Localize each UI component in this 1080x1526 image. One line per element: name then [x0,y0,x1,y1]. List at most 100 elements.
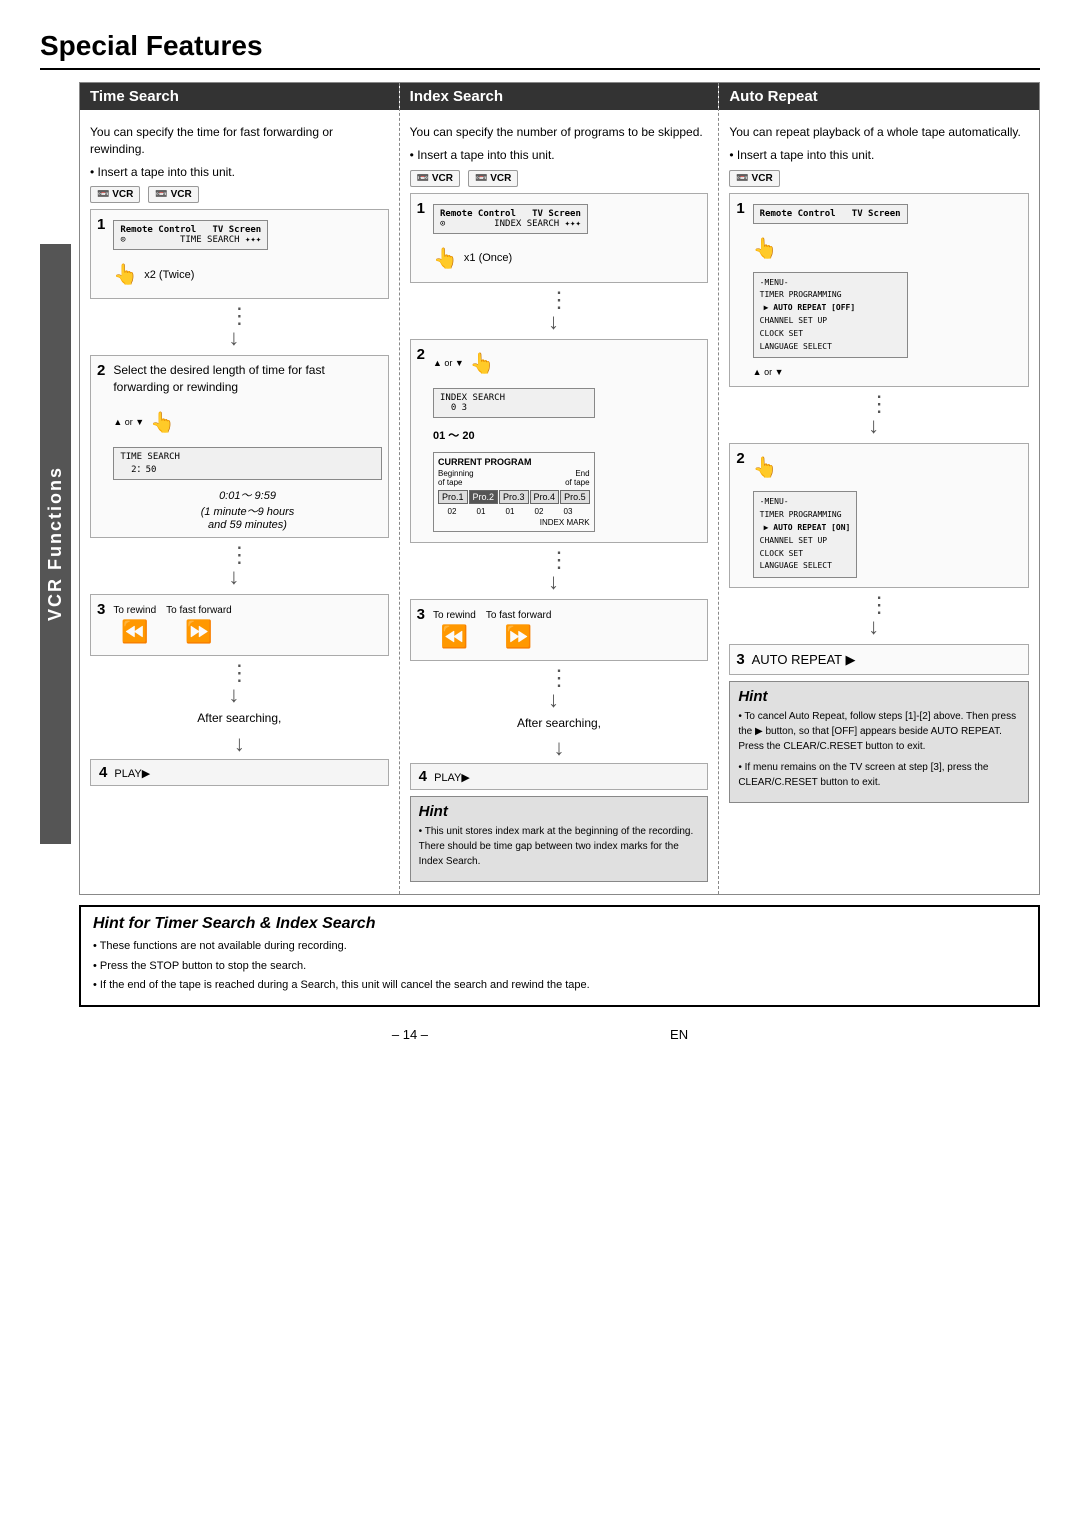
vcr2-icon: 📼 VCR [148,186,198,203]
ar-step3-num: 3 [736,651,744,668]
index-search-step2: 2 ▲ or ▼ 👆 INDEX SEARCH 0 3 [410,339,709,543]
is-step4-text: PLAY▶ [434,772,470,784]
is-forward-item: To fast forward ⏩ [486,610,552,650]
after-searching-label: After searching, [90,710,389,727]
page-title: Special Features [40,30,1040,70]
bottom-hint-line1: • These functions are not available duri… [93,938,1026,955]
forward-label: To fast forward [166,605,232,616]
rewind-forward: To rewind ⏪ To fast forward ⏩ [113,605,231,645]
step2-time: 0:01～ 9:59(1 minute～9 hoursand 59 minute… [113,487,381,531]
sidebar-label: VCR Functions [40,244,71,844]
ar-step2-menu: -MENU- TIMER PROGRAMMING ▶ AUTO REPEAT [… [753,491,858,578]
begin-label: Beginning of tape [438,469,474,487]
hand-icon-ar1: 👆 [753,236,778,261]
step1-note: x2 (Twice) [144,269,194,281]
rewind-icon: ⏪ [121,619,148,645]
forward-item: To fast forward ⏩ [166,605,232,645]
index-search-step4: 4 PLAY▶ [410,763,709,790]
vcr-icon-2: 📼 VCR [410,170,460,187]
rewind-item: To rewind ⏪ [113,605,156,645]
index-search-devices: 📼 VCR 📼 VCR [410,170,709,187]
is-arrow-2: ⋮↓ [410,549,709,593]
forward-icon: ⏩ [185,619,212,645]
index-hint-title: Hint [419,803,700,820]
index-hint-text: • This unit stores index mark at the beg… [419,824,700,869]
is-arrow-4: ↓ [410,737,709,759]
bottom-hint-line2: • Press the STOP button to stop the sear… [93,958,1026,975]
footer-right: EN [670,1027,688,1042]
bottom-hint-box: Hint for Timer Search & Index Search • T… [79,905,1040,1007]
is-step4-num: 4 [419,768,427,785]
is-step1-num: 1 [417,200,425,217]
auto-repeat-step1: 1 Remote Control TV Screen 👆 -MENU- [729,193,1029,388]
arrow-1: ⋮↓ [90,305,389,349]
is-after-searching: After searching, [410,715,709,732]
auto-repeat-section: Auto Repeat You can repeat playback of a… [719,83,1039,894]
page-footer: – 14 – EN [40,1027,1040,1042]
index-diagram: CURRENT PROGRAM Beginning of tape End of… [433,452,595,532]
is-forward-icon: ⏩ [505,624,532,650]
is-rewind-icon: ⏪ [441,624,468,650]
time-search-desc: You can specify the time for fast forwar… [90,124,389,158]
end-label: End of tape [565,469,589,487]
time-search-devices: 📼 VCR 📼 VCR [90,186,389,203]
time-search-header: Time Search [80,83,399,110]
step4-num: 4 [99,764,107,781]
auto-repeat-step3: 3 AUTO REPEAT ▶ [729,644,1029,675]
is-rewind-item: To rewind ⏪ [433,610,476,650]
is-arrow-1: ⋮↓ [410,289,709,333]
auto-repeat-header: Auto Repeat [719,83,1039,110]
ar-hint-line2: • If menu remains on the TV screen at st… [738,760,1020,790]
is-step1-note: x1 (Once) [464,252,512,264]
bottom-hint-line3: • If the end of the tape is reached duri… [93,977,1026,994]
index-search-step3: 3 To rewind ⏪ To fast forward ⏩ [410,599,709,661]
ar-step1-menu: -MENU- TIMER PROGRAMMING ▶ AUTO REPEAT [… [753,272,908,359]
step2-num: 2 [97,362,105,379]
time-search-section: Time Search You can specify the time for… [80,83,400,894]
is-step2-num: 2 [417,346,425,363]
time-search-step2: 2 Select the desired length of time for … [90,355,389,538]
auto-repeat-step2: 2 👆 -MENU- TIMER PROGRAMMING ▶ AUTO REPE… [729,443,1029,588]
vcr-icon: 📼 VCR [90,186,140,203]
is-step3-num: 3 [417,606,425,623]
ar-arrow-2: ⋮↓ [729,594,1029,638]
ar-hint-title: Hint [738,688,1020,705]
index-search-bullet1: • Insert a tape into this unit. [410,147,709,164]
is-step2-screen: INDEX SEARCH 0 3 [433,388,595,418]
is-forward-label: To fast forward [486,610,552,621]
current-program-label: CURRENT PROGRAM [438,457,590,467]
rewind-label: To rewind [113,605,156,616]
auto-repeat-desc: You can repeat playback of a whole tape … [729,124,1029,141]
vcr-icon-3: 📼 VCR [729,170,779,187]
ar-step1-screen-title: Remote Control TV Screen [753,204,908,224]
ar-step1-num: 1 [736,200,744,217]
arrow-3: ⋮↓ [90,662,389,706]
bottom-hint-title: Hint for Timer Search & Index Search [93,915,1026,933]
hand-icon-1: 👆 [113,262,138,287]
step1-num: 1 [97,216,105,233]
vcr3-icon: 📼 VCR [468,170,518,187]
index-search-step1: 1 Remote Control TV Screen ⊙ INDEX SEARC… [410,193,709,283]
hand-icon-is1: 👆 [433,246,458,271]
arrow-2: ⋮↓ [90,544,389,588]
ar-step3-text: AUTO REPEAT ▶ [752,652,856,667]
index-search-section: Index Search You can specify the number … [400,83,720,894]
hand-icon-ar2: 👆 [753,455,778,480]
footer-text: – 14 – [392,1027,428,1042]
is-step2-range: 01 ～ 20 [433,427,595,443]
ar-hint-line1: • To cancel Auto Repeat, follow steps [1… [738,709,1020,754]
index-search-hint: Hint • This unit stores index mark at th… [410,796,709,882]
auto-repeat-devices: 📼 VCR [729,170,1029,187]
auto-repeat-hint: Hint • To cancel Auto Repeat, follow ste… [729,681,1029,803]
step1-screen: Remote Control TV Screen ⊙ TIME SEARCH ✦… [113,220,268,250]
index-search-desc: You can specify the number of programs t… [410,124,709,141]
time-search-step4: 4 PLAY▶ [90,759,389,786]
step2-screen: TIME SEARCH 2：50 [113,447,381,480]
ar-arrow-1: ⋮↓ [729,393,1029,437]
is-rewind-forward: To rewind ⏪ To fast forward ⏩ [433,610,551,650]
ar-step2-num: 2 [736,450,744,467]
time-search-bullet1: • Insert a tape into this unit. [90,164,389,181]
auto-repeat-bullet1: • Insert a tape into this unit. [729,147,1029,164]
prog-num-row: 02 01 01 02 03 [438,507,590,516]
step4-text: PLAY▶ [114,768,150,780]
